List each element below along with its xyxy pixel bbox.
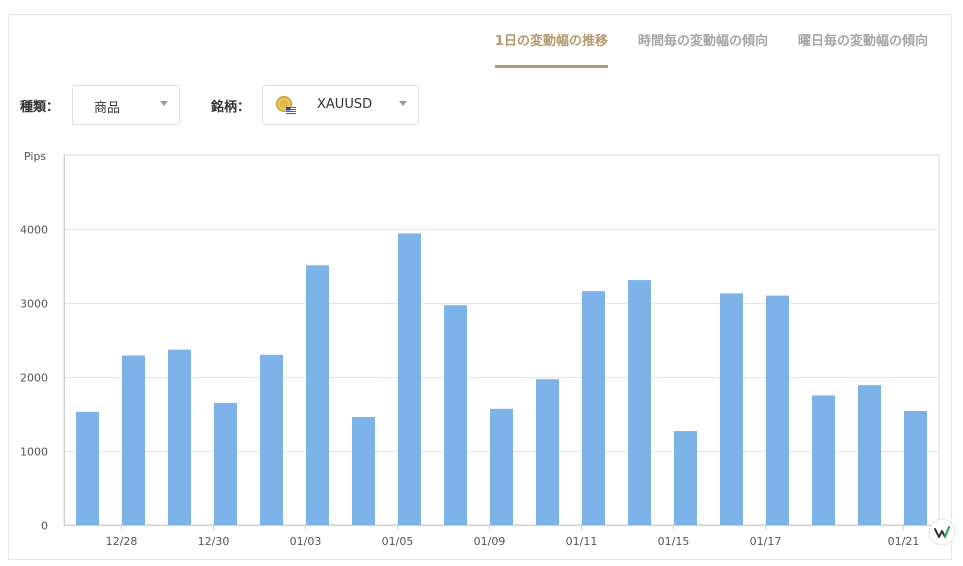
bar [904, 411, 927, 525]
x-tick-label: 01/05 [382, 535, 414, 548]
x-tick-label: 12/30 [198, 535, 230, 548]
x-tick-label: 01/11 [566, 535, 598, 548]
x-tick-label: 01/21 [888, 535, 920, 548]
y-tick-label: 1000 [20, 446, 48, 459]
bar [352, 416, 375, 525]
bar [536, 379, 559, 525]
x-tick-label: 01/15 [658, 535, 690, 548]
x-tick-label: 01/17 [750, 535, 782, 548]
x-tick-label: 01/09 [474, 535, 506, 548]
bar [76, 411, 99, 525]
x-tick-label: 01/03 [290, 535, 322, 548]
bar [168, 349, 191, 525]
brand-logo-icon[interactable] [928, 518, 956, 546]
bar [582, 291, 605, 525]
bar [858, 385, 881, 525]
bar [628, 280, 651, 525]
bar [122, 355, 145, 525]
bar [490, 408, 513, 525]
y-tick-label: 2000 [20, 372, 48, 385]
bar [306, 265, 329, 525]
bar [674, 431, 697, 525]
y-axis-label: Pips [24, 150, 46, 163]
bar [720, 293, 743, 525]
y-tick-label: 4000 [20, 224, 48, 237]
bar [766, 295, 789, 525]
bar [398, 233, 421, 525]
y-tick-label: 0 [41, 520, 48, 533]
bar [444, 305, 467, 525]
x-tick-label: 12/28 [106, 535, 138, 548]
bar [214, 402, 237, 525]
bar [812, 395, 835, 525]
y-tick-label: 3000 [20, 298, 48, 311]
bar-chart: 0 1000 2000 3000 4000 Pips 12/28 12/30 01/03 01/0… [20, 150, 940, 548]
bar [260, 354, 283, 525]
